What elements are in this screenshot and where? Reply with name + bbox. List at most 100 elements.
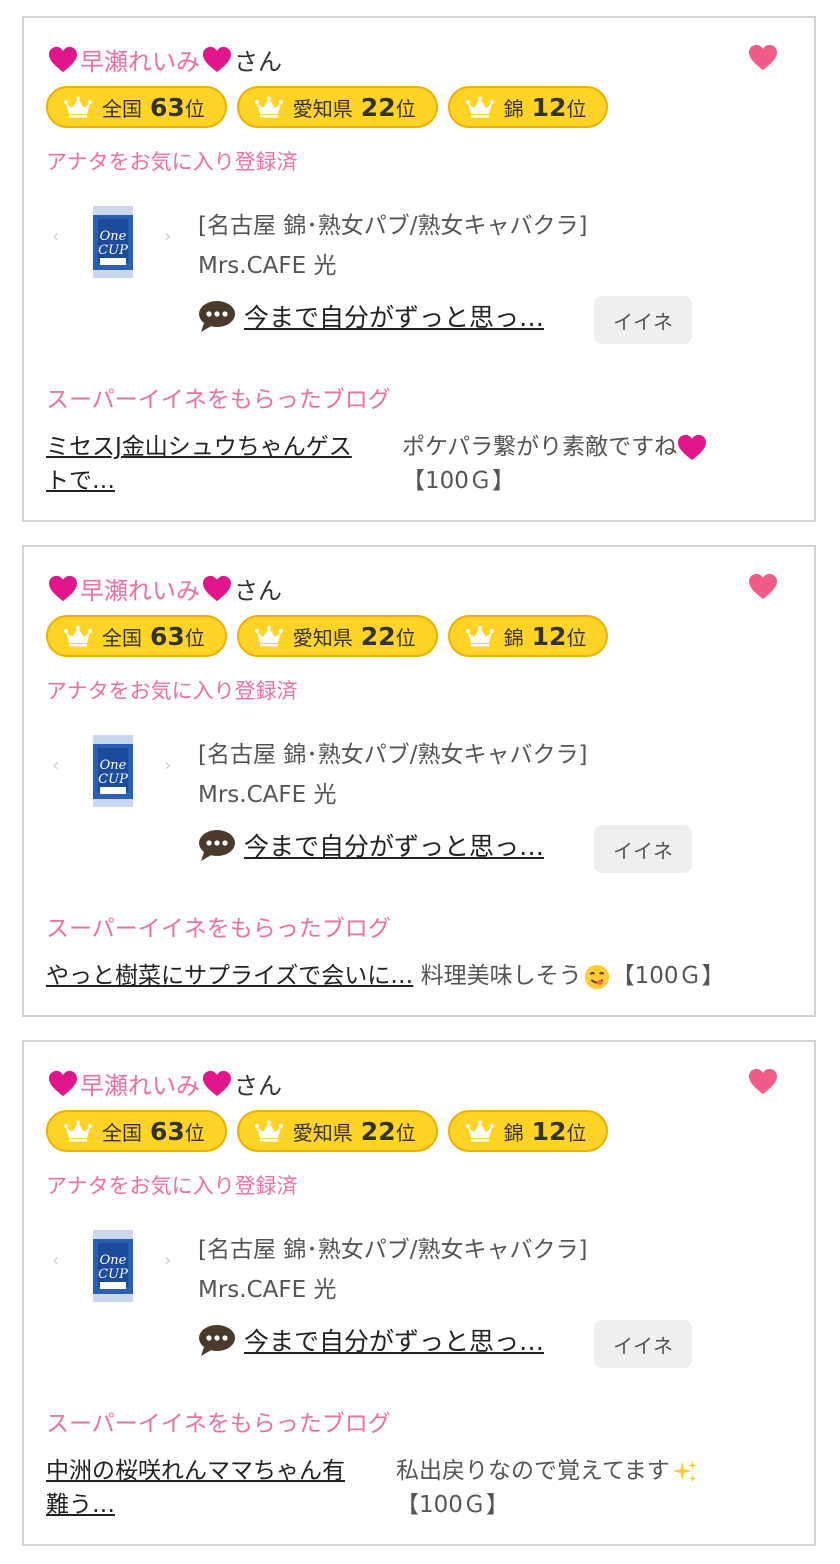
crown-icon [64,625,92,647]
message-link[interactable]: 今まで自分がずっと思っ… [244,298,544,334]
favorite-heart-icon[interactable] [748,573,778,601]
like-button[interactable]: イイネ [594,1320,692,1368]
rank-badge-area[interactable]: 錦 12位 [447,86,609,128]
heart-emoji-icon [48,575,78,603]
badge-rank: 22位 [360,621,416,651]
crown-icon [466,1120,494,1142]
badge-area: 全国 [102,1120,142,1145]
super-like-blog-label: スーパーイイネをもらったブログ [46,387,391,413]
honorific: さん [234,577,282,605]
crown-icon [255,96,283,118]
favorite-status: アナタをお気に入り登録済 [46,679,298,703]
rank-badge-area[interactable]: 錦 12位 [447,615,609,657]
heart-emoji-icon [202,1070,232,1098]
favorite-status: アナタをお気に入り登録済 [46,1174,298,1198]
user-card: 早瀬れいみ さん 全国 63位 愛知県 22位 錦 12位 アナタをお気に入り登… [22,16,816,522]
shop-name[interactable]: Mrs.CAFE 光 [198,1270,336,1304]
rank-badge-area[interactable]: 錦 12位 [447,1110,609,1152]
shop-name[interactable]: Mrs.CAFE 光 [198,246,336,280]
badge-rank: 22位 [360,1116,416,1146]
speech-bubble-icon [198,299,236,333]
message-row: 今まで自分がずっと思っ… [198,298,544,334]
crown-icon [255,625,283,647]
honorific: さん [234,1072,282,1100]
crown-icon [64,96,92,118]
user-name-row[interactable]: 早瀬れいみ さん [48,1066,282,1101]
chevron-left-icon[interactable]: ‹ [52,226,59,247]
shop-thumbnail[interactable] [92,1228,134,1304]
heart-emoji-icon [48,1070,78,1098]
chevron-right-icon[interactable]: › [164,226,171,247]
super-like-blog-label: スーパーイイネをもらったブログ [46,916,391,942]
user-card: 早瀬れいみ さん 全国 63位 愛知県 22位 錦 12位 アナタをお気に入り登… [22,1040,816,1546]
rank-badge-national[interactable]: 全国 63位 [46,615,227,657]
heart-emoji-icon [677,434,707,462]
super-like-blog-label: スーパーイイネをもらったブログ [46,1411,391,1437]
user-name-row[interactable]: 早瀬れいみ さん [48,571,282,606]
badge-rank: 63位 [150,92,205,122]
badge-rank: 63位 [150,1116,205,1146]
sparkles-emoji-icon [672,1460,697,1482]
badge-area: 愛知県 [292,1120,353,1145]
blog-link[interactable]: ミセスJ金山シュウちゃんゲス トで… [46,434,352,494]
chevron-right-icon[interactable]: › [164,755,171,776]
yum-face-emoji-icon [584,964,609,989]
rank-badge-national[interactable]: 全国 63位 [46,86,227,128]
message-link[interactable]: 今まで自分がずっと思っ… [244,1322,544,1358]
user-name[interactable]: 早瀬れいみ [80,1066,200,1101]
favorite-heart-icon[interactable] [748,44,778,72]
rank-badges: 全国 63位 愛知県 22位 錦 12位 [46,1110,609,1152]
blog-entry: やっと樹菜にサプライズで会いに… 料理美味しそう 【100Ｇ】 [46,959,806,993]
favorite-heart-icon[interactable] [748,1068,778,1096]
badge-area: 全国 [102,96,142,121]
badge-area: 愛知県 [292,625,353,650]
user-name[interactable]: 早瀬れいみ [80,42,200,77]
shop-name[interactable]: Mrs.CAFE 光 [198,775,336,809]
shop-category: [名古屋 錦･熟女パブ/熟女キャバクラ] [198,742,588,768]
chevron-left-icon[interactable]: ‹ [52,1250,59,1271]
rank-badge-prefecture[interactable]: 愛知県 22位 [236,615,438,657]
shop-thumbnail[interactable] [92,204,134,280]
badge-area: 錦 [503,96,524,121]
crown-icon [466,96,494,118]
shop-thumbnail-carousel[interactable]: ‹ › [46,1228,176,1304]
badge-area: 錦 [503,625,524,650]
chevron-left-icon[interactable]: ‹ [52,755,59,776]
rank-badge-national[interactable]: 全国 63位 [46,1110,227,1152]
badge-rank: 12位 [531,92,587,122]
shop-thumbnail-carousel[interactable]: ‹ › [46,204,176,280]
rank-badges: 全国 63位 愛知県 22位 錦 12位 [46,615,609,657]
badge-rank: 63位 [150,621,205,651]
points-value: 【100Ｇ】 [611,963,725,989]
shop-thumbnail[interactable] [92,733,134,809]
shop-thumbnail-carousel[interactable]: ‹ › [46,733,176,809]
crown-icon [255,1120,283,1142]
rank-badge-prefecture[interactable]: 愛知県 22位 [236,86,438,128]
heart-emoji-icon [48,46,78,74]
blog-link[interactable]: 中洲の桜咲れんママちゃん有 難う… [46,1458,345,1518]
like-button[interactable]: イイネ [594,296,692,344]
blog-comment: 私出戻りなので覚えてます [396,1458,670,1484]
honorific: さん [234,48,282,76]
heart-emoji-icon [202,46,232,74]
user-name-row[interactable]: 早瀬れいみ さん [48,42,282,77]
message-row: 今まで自分がずっと思っ… [198,827,544,863]
chevron-right-icon[interactable]: › [164,1250,171,1271]
points-value: 【100Ｇ】 [402,468,515,494]
blog-comment: 料理美味しそう [420,963,582,989]
speech-bubble-icon [198,1323,236,1357]
like-button[interactable]: イイネ [594,825,692,873]
badge-area: 愛知県 [292,96,353,121]
badge-rank: 12位 [531,1116,587,1146]
rank-badges: 全国 63位 愛知県 22位 錦 12位 [46,86,609,128]
heart-emoji-icon [202,575,232,603]
blog-link[interactable]: やっと樹菜にサプライズで会いに… [46,963,413,989]
message-row: 今まで自分がずっと思っ… [198,1322,544,1358]
blog-entry: 中洲の桜咲れんママちゃん有 難う… 私出戻りなので覚えてます 【100Ｇ】 [46,1454,786,1522]
badge-area: 全国 [102,625,142,650]
message-link[interactable]: 今まで自分がずっと思っ… [244,827,544,863]
rank-badge-prefecture[interactable]: 愛知県 22位 [236,1110,438,1152]
user-card: 早瀬れいみ さん 全国 63位 愛知県 22位 錦 12位 アナタをお気に入り登… [22,545,816,1017]
user-name[interactable]: 早瀬れいみ [80,571,200,606]
points-value: 【100Ｇ】 [396,1492,509,1518]
